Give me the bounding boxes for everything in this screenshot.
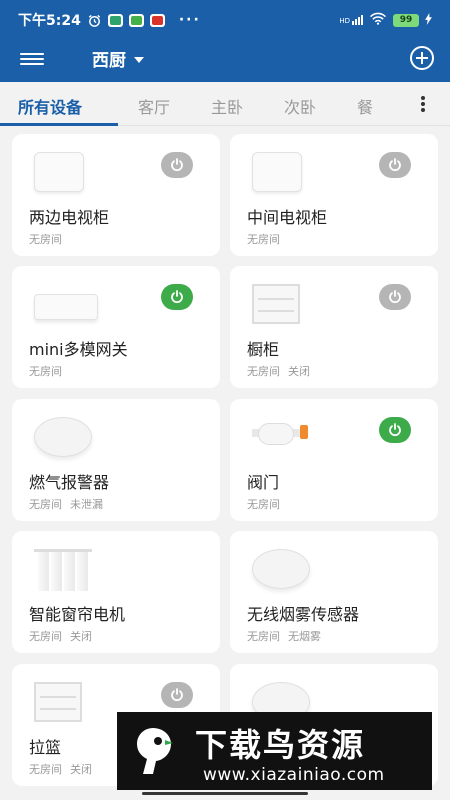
device-name: 橱柜 (247, 340, 280, 359)
power-icon (389, 158, 401, 172)
power-toggle[interactable] (161, 152, 193, 178)
device-state: 无烟雾 (288, 630, 321, 643)
power-icon (171, 290, 183, 304)
app-notification-icon (107, 13, 123, 27)
device-card[interactable]: 橱柜 无房间 关闭 (230, 266, 438, 388)
app-header: 下午5:24 ··· HD 99 西厨 (0, 0, 450, 82)
device-meta: 无房间 (29, 231, 62, 247)
device-meta: 无房间 关闭 (29, 761, 92, 777)
power-toggle[interactable] (379, 152, 411, 178)
charging-icon (425, 12, 432, 28)
more-notifications-icon: ··· (178, 12, 201, 28)
device-name: 中间电视柜 (247, 208, 328, 227)
map-notification-icon (149, 13, 165, 27)
box-icon (252, 152, 302, 192)
power-toggle[interactable] (379, 417, 411, 443)
device-meta: 无房间 未泄漏 (29, 496, 103, 512)
toolbar: 西厨 (0, 40, 450, 82)
menu-icon[interactable] (20, 50, 44, 70)
device-meta: 无房间 (247, 231, 280, 247)
watermark-url: www.xiazainiao.com (203, 765, 385, 785)
tab-dining[interactable]: 餐 (357, 94, 373, 118)
alarm-clock-icon (87, 12, 103, 28)
device-state: 关闭 (70, 763, 92, 776)
device-card[interactable]: mini多模网关 无房间 (12, 266, 220, 388)
device-room: 无房间 (29, 498, 62, 511)
signal-label: HD (339, 17, 350, 25)
home-indicator[interactable] (142, 792, 308, 795)
gas-alarm-icon (34, 417, 92, 457)
device-card[interactable]: 无线烟雾传感器 无房间 无烟雾 (230, 531, 438, 653)
power-icon (171, 158, 183, 172)
wechat-notification-icon (128, 13, 144, 27)
tab-living-room[interactable]: 客厅 (138, 94, 170, 118)
valve-icon (252, 417, 308, 449)
device-name: 阀门 (247, 473, 280, 492)
wifi-icon (369, 12, 387, 28)
device-room: 无房间 (29, 763, 62, 776)
tab-all-devices[interactable]: 所有设备 (18, 94, 82, 118)
gateway-icon (34, 294, 98, 320)
device-card[interactable]: 阀门 无房间 (230, 399, 438, 521)
device-name: 无线烟雾传感器 (247, 605, 360, 624)
power-toggle[interactable] (379, 284, 411, 310)
device-card[interactable]: 两边电视柜 无房间 (12, 134, 220, 256)
tab-master-bedroom[interactable]: 主卧 (211, 94, 243, 118)
tab-second-bedroom[interactable]: 次卧 (284, 94, 316, 118)
device-state: 关闭 (288, 365, 310, 378)
room-selector-label: 西厨 (92, 51, 126, 71)
device-meta: 无房间 关闭 (29, 628, 92, 644)
power-icon (389, 423, 401, 437)
watermark-title: 下载鸟资源 (195, 726, 366, 764)
device-state: 未泄漏 (70, 498, 103, 511)
power-icon (389, 290, 401, 304)
device-room: 无房间 (29, 233, 62, 246)
power-icon (171, 688, 183, 702)
status-time: 下午5:24 (18, 13, 81, 29)
power-toggle[interactable] (161, 284, 193, 310)
device-meta: 无房间 (247, 496, 280, 512)
device-card[interactable]: 中间电视柜 无房间 (230, 134, 438, 256)
device-room: 无房间 (247, 498, 280, 511)
device-room: 无房间 (29, 630, 62, 643)
device-meta: 无房间 (29, 363, 62, 379)
device-name: 两边电视柜 (29, 208, 110, 227)
cabinet-icon (34, 682, 82, 722)
battery-icon: 99 (393, 13, 419, 27)
chevron-down-icon (134, 56, 144, 63)
device-card[interactable]: 燃气报警器 无房间 未泄漏 (12, 399, 220, 521)
bird-logo-icon (137, 728, 173, 774)
cabinet-icon (252, 284, 300, 324)
device-room: 无房间 (247, 233, 280, 246)
add-device-button[interactable] (410, 46, 434, 70)
device-room: 无房间 (247, 365, 280, 378)
box-icon (34, 152, 84, 192)
status-bar: 下午5:24 ··· HD 99 (0, 0, 450, 40)
more-options-icon[interactable] (420, 95, 426, 113)
status-right: HD 99 (339, 12, 432, 28)
device-room: 无房间 (29, 365, 62, 378)
device-state: 关闭 (70, 630, 92, 643)
device-name: mini多模网关 (29, 340, 128, 359)
curtain-icon (34, 549, 92, 591)
room-selector[interactable]: 西厨 (92, 46, 144, 71)
device-name: 燃气报警器 (29, 473, 110, 492)
device-card[interactable]: 智能窗帘电机 无房间 关闭 (12, 531, 220, 653)
device-meta: 无房间 无烟雾 (247, 628, 321, 644)
device-name: 拉篮 (29, 738, 62, 757)
signal-icon: HD (339, 15, 363, 25)
active-tab-indicator (0, 123, 118, 126)
device-meta: 无房间 关闭 (247, 363, 310, 379)
room-tabs: 所有设备 客厅 主卧 次卧 餐 (0, 82, 450, 126)
smoke-sensor-icon (252, 549, 310, 589)
device-name: 智能窗帘电机 (29, 605, 126, 624)
power-toggle[interactable] (161, 682, 193, 708)
watermark-banner: 下载鸟资源 www.xiazainiao.com (117, 712, 432, 790)
device-room: 无房间 (247, 630, 280, 643)
